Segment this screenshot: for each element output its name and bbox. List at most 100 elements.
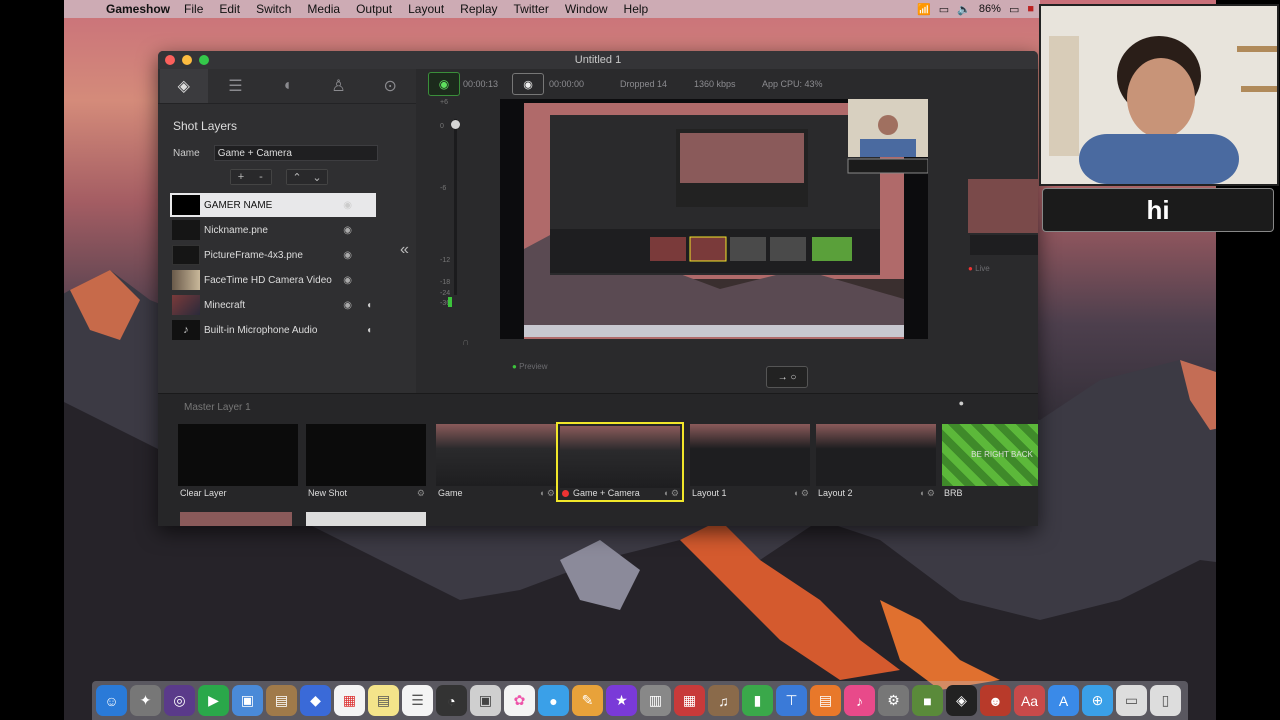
menu-replay[interactable]: Replay xyxy=(460,2,497,16)
messages-icon[interactable]: ● xyxy=(538,685,569,716)
imovie-icon[interactable]: ★ xyxy=(606,685,637,716)
siri-icon[interactable]: ◎ xyxy=(164,685,195,716)
layer-item[interactable]: GAMER NAME ◉ xyxy=(170,193,376,217)
collapse-panel-icon[interactable]: « xyxy=(400,241,409,259)
gameshow-icon[interactable]: ◈ xyxy=(946,685,977,716)
layer-item[interactable]: Nickname.pne ◉ xyxy=(170,218,376,242)
headphones-icon[interactable]: ∩ xyxy=(462,337,469,348)
menu-help[interactable]: Help xyxy=(624,2,649,16)
ibooks-icon[interactable]: ▤ xyxy=(810,685,841,716)
preview-audio-meter: +6 0 -6 -12 -18 -24 -36 xyxy=(440,99,460,319)
wifi-icon[interactable]: 📶 xyxy=(917,3,931,16)
shot-label: Game xyxy=(438,488,463,498)
airplay-icon[interactable]: ▭ xyxy=(939,3,949,16)
flag-icon[interactable]: ■ xyxy=(1027,3,1034,15)
battery-level[interactable]: 86% xyxy=(979,3,1001,15)
reminders-icon[interactable]: ☰ xyxy=(402,685,433,716)
preview-monitor[interactable] xyxy=(500,99,929,339)
gear-icon[interactable]: ⚙ xyxy=(417,488,425,499)
photo-booth-icon[interactable]: ▦ xyxy=(674,685,705,716)
pages-icon[interactable]: ✎ xyxy=(572,685,603,716)
maps-icon[interactable]: ◆ xyxy=(300,685,331,716)
dictionary-icon[interactable]: Aa xyxy=(1014,685,1045,716)
shot-tile[interactable]: BE RIGHT BACK BRB ⚙ xyxy=(942,424,1038,500)
audio-gear-icon[interactable]: ◖ ⚙ xyxy=(539,488,555,499)
person-icon[interactable]: ♙ xyxy=(315,69,363,103)
archive-icon[interactable]: ▥ xyxy=(640,685,671,716)
itunes-icon[interactable]: ♪ xyxy=(844,685,875,716)
layers-icon[interactable]: ◈ xyxy=(159,69,208,103)
image-capture-icon[interactable]: ▣ xyxy=(470,685,501,716)
record-button-icon[interactable]: ◉ xyxy=(512,73,544,95)
trash-icon[interactable]: ▯ xyxy=(1150,685,1181,716)
menu-media[interactable]: Media xyxy=(307,2,340,16)
eye-icon[interactable]: ◉ xyxy=(343,225,352,236)
zoom-icon[interactable] xyxy=(199,55,209,65)
photos-icon[interactable]: ✿ xyxy=(504,685,535,716)
menu-window[interactable]: Window xyxy=(565,2,608,16)
menu-edit[interactable]: Edit xyxy=(219,2,240,16)
notes-icon[interactable]: ▤ xyxy=(368,685,399,716)
downloads-folder-icon[interactable]: ▭ xyxy=(1116,685,1147,716)
audio-gear-icon[interactable]: ◖ ⚙ xyxy=(793,488,809,499)
eye-icon[interactable]: ◉ xyxy=(343,250,352,261)
menu-layout[interactable]: Layout xyxy=(408,2,444,16)
minecraft-icon[interactable]: ■ xyxy=(912,685,943,716)
menu-twitter[interactable]: Twitter xyxy=(514,2,549,16)
close-icon[interactable] xyxy=(165,55,175,65)
transition-button[interactable]: → ○ xyxy=(766,366,808,388)
name-field[interactable] xyxy=(213,145,378,161)
layer-item[interactable]: Minecraft ◉ ◖ xyxy=(170,293,376,317)
garageband-icon[interactable]: ♫ xyxy=(708,685,739,716)
volume-icon[interactable]: 🔈 xyxy=(957,3,971,16)
layer-item[interactable]: ♪ Built-in Microphone Audio ◖ xyxy=(170,318,376,342)
audio-icon[interactable]: ◖ xyxy=(366,300,372,311)
contacts-icon[interactable]: ▤ xyxy=(266,685,297,716)
game-app-icon[interactable]: ☻ xyxy=(980,685,1011,716)
shot-tile[interactable]: Clear Layer xyxy=(178,424,300,500)
shot-tile[interactable]: Game ◖ ⚙ xyxy=(436,424,558,500)
shot-tile-selected[interactable]: Game + Camera ◖ ⚙ xyxy=(556,422,684,502)
menu-file[interactable]: File xyxy=(184,2,203,16)
live-monitor[interactable] xyxy=(964,175,1038,259)
audio-gear-icon[interactable]: ◖ ⚙ xyxy=(663,488,679,499)
shot-tile[interactable]: Layout 2 ◖ ⚙ xyxy=(816,424,938,500)
dashboard-icon[interactable]: ◔ xyxy=(436,685,467,716)
calendar-icon[interactable]: ▦ xyxy=(334,685,365,716)
audio-icon[interactable]: ◖ xyxy=(366,325,372,336)
launchpad-icon[interactable]: ✦ xyxy=(130,685,161,716)
shot-tile[interactable]: Layout 1 ◖ ⚙ xyxy=(690,424,812,500)
menu-app-name[interactable]: Gameshow xyxy=(106,2,170,16)
layer-item[interactable]: PictureFrame-4x3.pne ◉ xyxy=(170,243,376,267)
layer-thumbnail xyxy=(172,295,200,315)
numbers-icon[interactable]: ▮ xyxy=(742,685,773,716)
eye-icon[interactable]: ◉ xyxy=(343,200,352,211)
facetime-icon[interactable]: ▶ xyxy=(198,685,229,716)
stream-signal-icon[interactable]: ◉ xyxy=(428,72,460,96)
meter-mark: -6 xyxy=(440,185,447,192)
safari-icon[interactable]: ⊕ xyxy=(1082,685,1113,716)
app-store-icon[interactable]: A xyxy=(1048,685,1079,716)
eye-icon[interactable]: ◉ xyxy=(343,275,352,286)
bullet-icon[interactable]: ● xyxy=(959,398,964,408)
keynote-icon[interactable]: ⊤ xyxy=(776,685,807,716)
speaker-icon[interactable]: ◖ xyxy=(263,69,311,103)
preview-app-icon[interactable]: ▣ xyxy=(232,685,263,716)
add-layer-button[interactable]: + xyxy=(231,170,251,184)
menu-output[interactable]: Output xyxy=(356,2,392,16)
move-up-button[interactable]: ⌃ xyxy=(287,170,307,184)
sliders-icon[interactable]: ☰ xyxy=(211,69,259,103)
menu-switch[interactable]: Switch xyxy=(256,2,291,16)
system-preferences-icon[interactable]: ⚙ xyxy=(878,685,909,716)
finder-icon[interactable]: ☺ xyxy=(96,685,127,716)
shot-tile[interactable]: New Shot ⚙ xyxy=(306,424,428,500)
layer-label: FaceTime HD Camera Video xyxy=(204,274,332,286)
move-down-button[interactable]: ⌄ xyxy=(307,170,327,184)
eye-icon[interactable]: ◉ xyxy=(343,300,352,311)
volume-knob[interactable] xyxy=(451,120,460,129)
more-icon[interactable]: ⊙ xyxy=(366,69,414,103)
audio-gear-icon[interactable]: ◖ ⚙ xyxy=(919,488,935,499)
layer-item[interactable]: FaceTime HD Camera Video ◉ xyxy=(170,268,376,292)
remove-layer-button[interactable]: - xyxy=(251,170,271,184)
minimize-icon[interactable] xyxy=(182,55,192,65)
